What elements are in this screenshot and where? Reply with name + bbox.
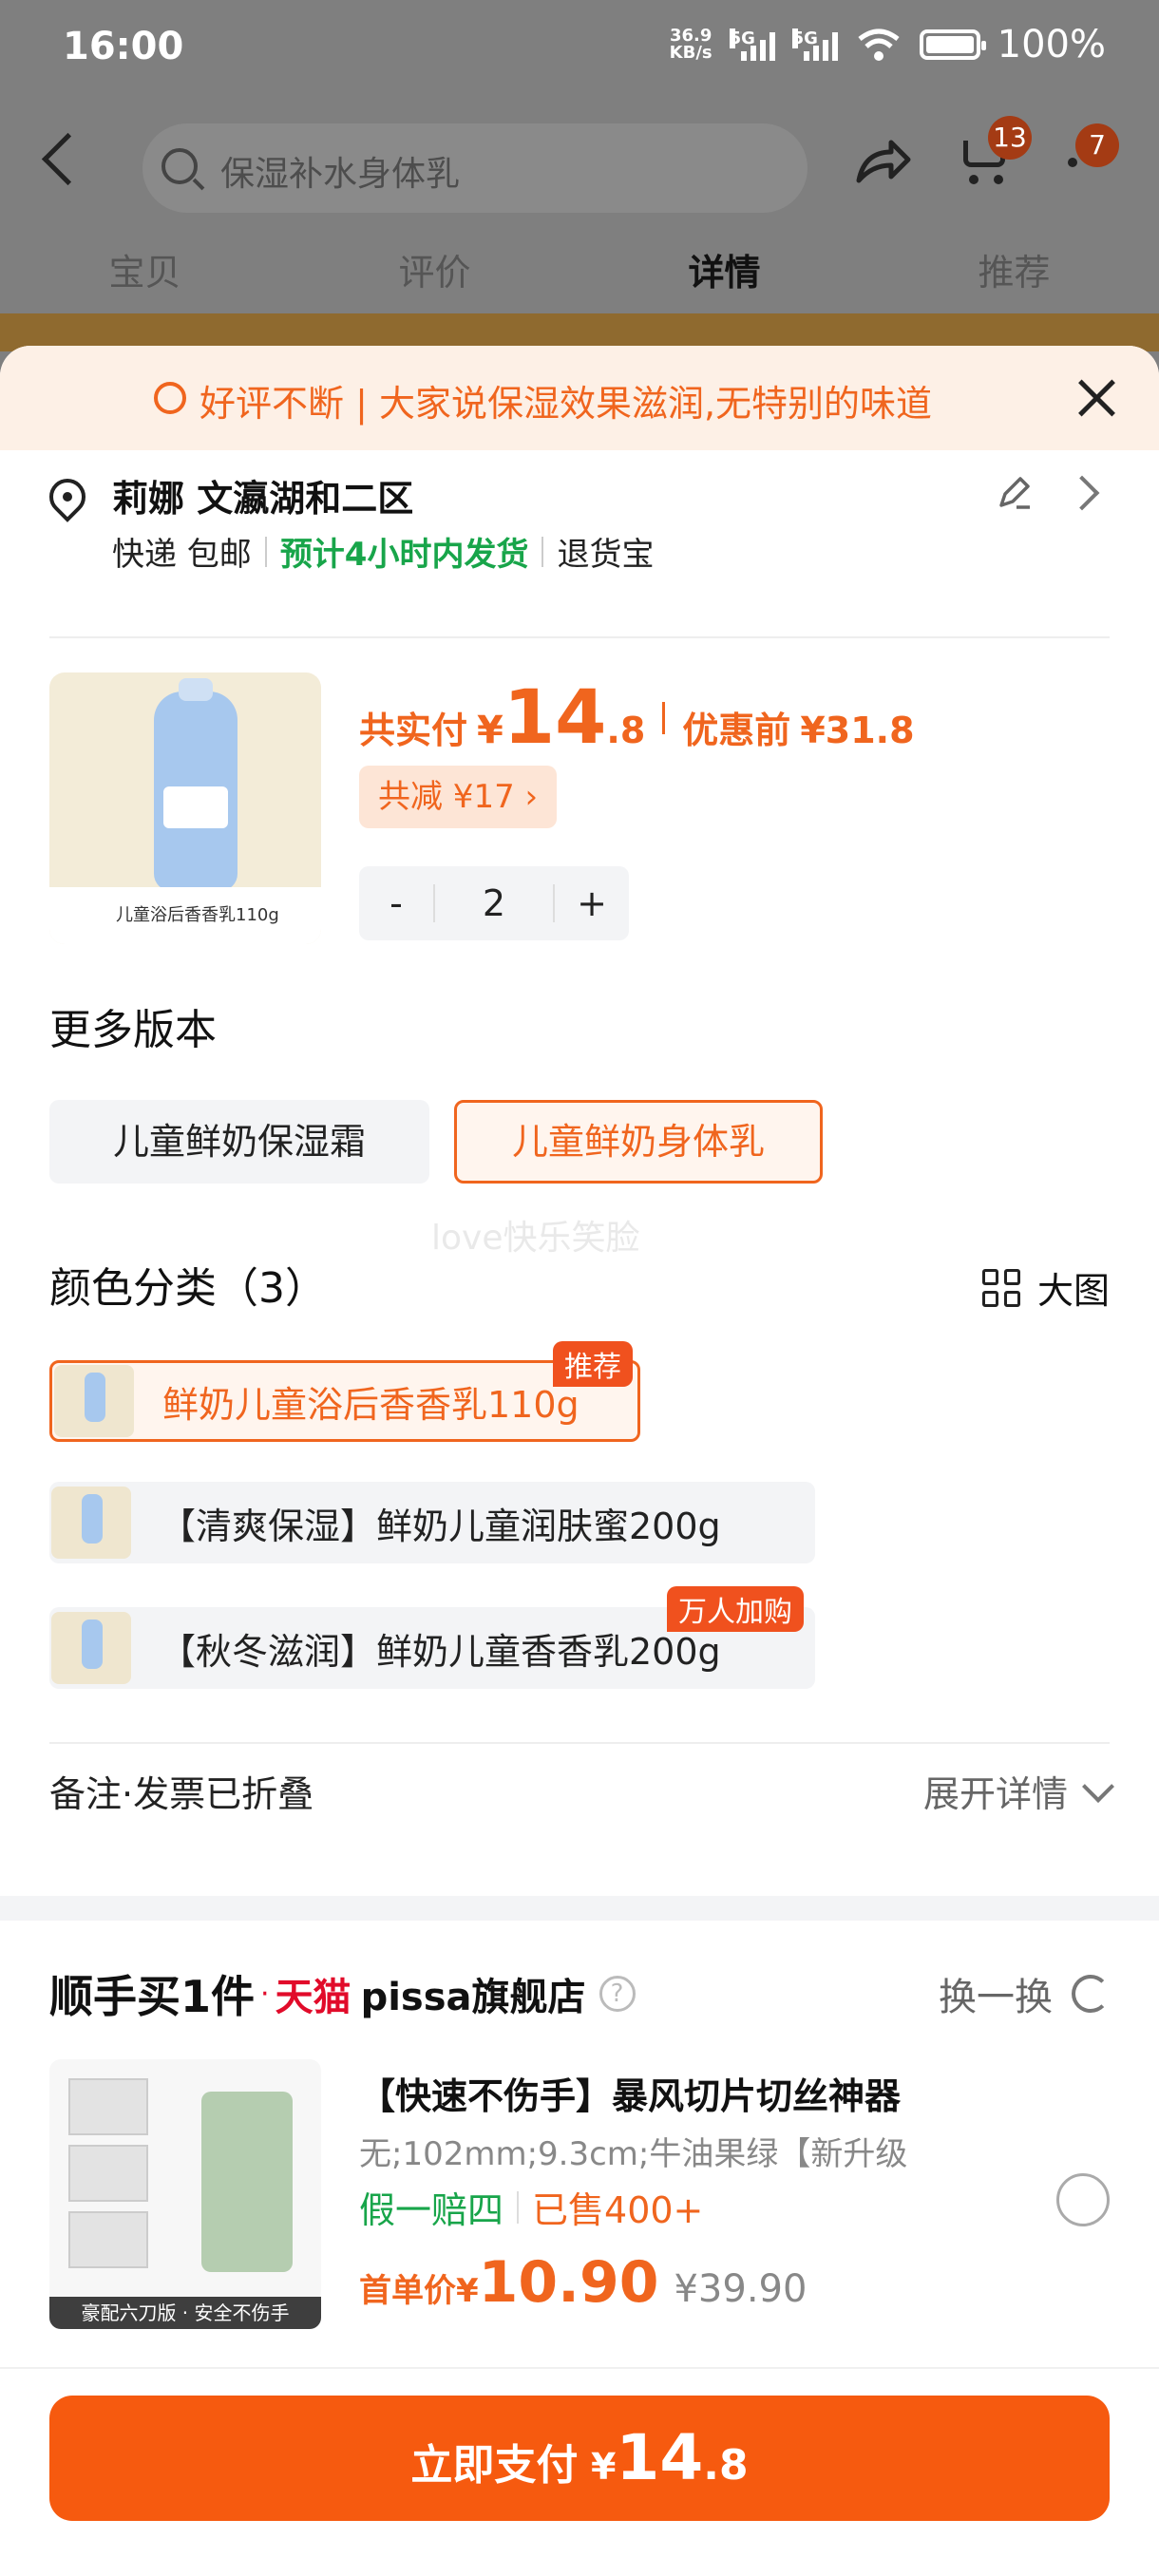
wifi-icon — [858, 28, 900, 61]
message-badge: 7 — [1075, 123, 1119, 167]
product-image-caption: 儿童浴后香香乳110g — [49, 887, 321, 944]
discount-pill[interactable]: 共减 ¥17 › — [359, 766, 558, 828]
versions-title: 更多版本 — [49, 1006, 217, 1054]
signal-1-icon: 5G — [729, 28, 775, 61]
sold-count: 已售400+ — [532, 2189, 704, 2231]
tab-details[interactable]: 详情 — [580, 243, 869, 300]
search-placeholder: 保湿补水身体乳 — [220, 155, 461, 194]
battery-icon — [919, 29, 986, 60]
address-row[interactable]: 莉娜 文瀛湖和二区 快递 包邮 预计4小时内发货 退货宝 — [42, 469, 1110, 593]
review-notice: 好评不断 | 大家说保湿效果滋润,无特别的味道 — [0, 346, 1159, 450]
return-service: 退货宝 — [557, 536, 655, 574]
cart-badge: 13 — [988, 116, 1032, 160]
battery-level: 100% — [997, 23, 1106, 66]
search-icon — [162, 148, 198, 184]
shop-name[interactable]: pissa旗舰店 — [361, 1966, 586, 2021]
chevron-down-icon — [1082, 1770, 1114, 1803]
section-divider — [0, 1896, 1159, 1921]
product-summary: 儿童浴后香香乳110g 共实付 ¥ 14 .8 优惠前 ¥31.8 共减 ¥17… — [49, 672, 1110, 948]
add-on-product-image[interactable]: 豪配六刀版 · 安全不伤手 — [49, 2059, 321, 2329]
help-icon[interactable]: ? — [598, 1976, 636, 2012]
tab-reviews[interactable]: 评价 — [290, 243, 580, 300]
price-line: 共实付 ¥ 14 .8 优惠前 ¥31.8 — [359, 675, 915, 761]
color-thumb — [51, 1612, 131, 1684]
share-icon[interactable] — [855, 139, 912, 186]
back-icon[interactable] — [41, 132, 95, 186]
close-icon[interactable] — [1074, 374, 1121, 422]
edit-icon[interactable] — [996, 473, 1034, 511]
pay-label: 共实付 — [359, 710, 468, 751]
ship-time: 预计4小时内发货 — [279, 536, 529, 574]
search-input[interactable]: 保湿补水身体乳 — [142, 123, 808, 213]
image-strip-text: 豪配六刀版 · 安全不伤手 — [49, 2297, 321, 2329]
color-option-selected[interactable]: 鲜奶儿童浴后香香乳110g — [49, 1360, 640, 1442]
delivery-method: 快递 包邮 — [112, 536, 252, 574]
notes-label: 备注·发票已折叠 — [49, 1773, 314, 1815]
status-icons: 36.9 KB/s 5G 5G 100% — [670, 23, 1106, 66]
address-name: 莉娜 文瀛湖和二区 — [112, 478, 414, 520]
add-on-title-text: 【快速不伤手】暴风切片切丝神器 — [359, 2075, 902, 2117]
decrease-button[interactable]: - — [359, 882, 433, 924]
expand-details[interactable]: 展开详情 — [923, 1765, 1114, 1817]
grid-icon — [981, 1268, 1020, 1307]
add-on-title: 顺手买1件 — [49, 1971, 256, 2022]
popular-tag: 万人加购 — [667, 1586, 804, 1632]
refresh-icon — [1072, 1975, 1110, 2013]
add-on-product[interactable]: 豪配六刀版 · 安全不伤手 【快速不伤手】暴风切片切丝神器 无;102mm;9.… — [49, 2059, 1110, 2329]
chevron-right-icon[interactable] — [1064, 475, 1100, 511]
delivery-info: 快递 包邮 预计4小时内发货 退货宝 — [112, 528, 654, 575]
divider — [49, 636, 1110, 638]
add-on-spec: 无;102mm;9.3cm;牛油果绿【新升级 — [359, 2135, 908, 2173]
top-nav: 保湿补水身体乳 13 7 — [0, 104, 1159, 218]
tab-item[interactable]: 宝贝 — [0, 243, 290, 300]
tab-recommend[interactable]: 推荐 — [869, 243, 1159, 300]
signal-2-icon: 5G — [791, 28, 838, 61]
smile-icon — [154, 382, 186, 414]
watermark: love快乐笑脸 — [431, 1219, 640, 1258]
pay-bar: 立即支付 ¥14.8 — [0, 2367, 1159, 2576]
add-on-tags: 假一赔四 已售400+ — [359, 2181, 703, 2233]
divider — [264, 536, 267, 567]
location-pin-icon — [42, 471, 93, 522]
swap-button[interactable]: 换一换 — [939, 1966, 1110, 2021]
add-on-header: 顺手买1件 · 天猫 pissa旗舰店 ? 换一换 — [49, 1960, 1110, 2027]
tmall-logo: 天猫 — [275, 1976, 352, 2019]
quantity-stepper: - 2 + — [359, 866, 629, 940]
chevron-right-icon: › — [524, 778, 539, 816]
recommend-tag: 推荐 — [553, 1341, 633, 1387]
price-int: 14 — [503, 675, 607, 761]
network-speed: 36.9 KB/s — [669, 26, 712, 63]
version-option-selected[interactable]: 儿童鲜奶身体乳 — [454, 1100, 823, 1184]
status-bar: 16:00 36.9 KB/s 5G 5G 100% — [0, 0, 1159, 95]
more-dot-icon[interactable] — [1068, 158, 1077, 167]
product-image[interactable]: 儿童浴后香香乳110g — [49, 672, 321, 944]
colors-title: 颜色分类（3） — [49, 1264, 327, 1313]
before-label: 优惠前 — [682, 710, 791, 751]
version-option[interactable]: 儿童鲜奶保湿霜 — [49, 1100, 429, 1184]
status-time: 16:00 — [63, 25, 184, 68]
divider — [662, 702, 666, 734]
color-thumb — [54, 1365, 134, 1437]
divider — [49, 1742, 1110, 1744]
checkout-sheet: 好评不断 | 大家说保湿效果滋润,无特别的味道 莉娜 文瀛湖和二区 快递 包邮 … — [0, 346, 1159, 2576]
before-price: ¥31.8 — [800, 710, 915, 751]
add-on-price: 首单价¥ 10.90 ¥39.90 — [359, 2249, 808, 2316]
notes-row[interactable]: 备注·发票已折叠 展开详情 — [49, 1765, 1114, 1817]
add-on-select-radio[interactable] — [1056, 2173, 1110, 2226]
divider — [542, 536, 544, 567]
big-view-button[interactable]: 大图 — [981, 1261, 1110, 1314]
color-thumb — [51, 1487, 131, 1559]
quantity-value[interactable]: 2 — [433, 884, 555, 922]
price-dec: .8 — [606, 710, 646, 751]
increase-button[interactable]: + — [555, 882, 629, 924]
color-option[interactable]: 【清爽保湿】鲜奶儿童润肤蜜200g — [49, 1482, 815, 1563]
original-price: ¥39.90 — [674, 2267, 808, 2311]
notice-text: 好评不断 | 大家说保湿效果滋润,无特别的味道 — [200, 383, 933, 425]
divider — [517, 2190, 520, 2224]
pay-now-button[interactable]: 立即支付 ¥14.8 — [49, 2396, 1110, 2521]
guarantee-tag: 假一赔四 — [359, 2189, 504, 2231]
detail-tabs: 宝贝 评价 详情 推荐 — [0, 243, 1159, 300]
